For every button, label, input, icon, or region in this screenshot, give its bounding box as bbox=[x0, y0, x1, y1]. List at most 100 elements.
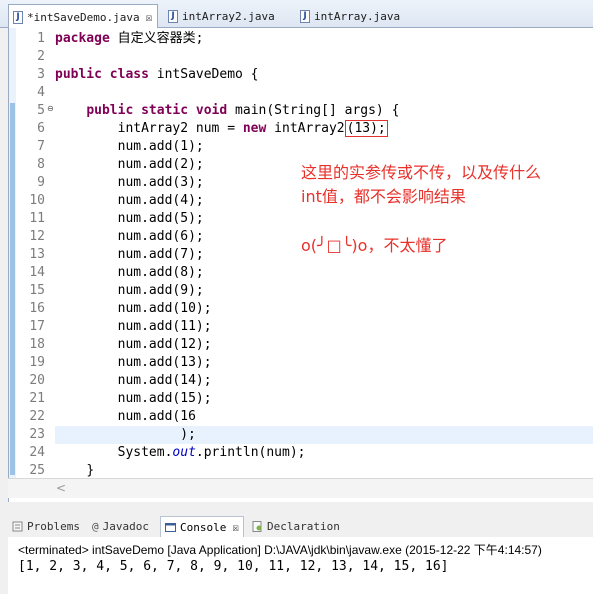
code-text: num.add(2); bbox=[117, 157, 204, 172]
code-text: num.add(11); bbox=[117, 319, 212, 334]
code-line: num.add(12); bbox=[55, 336, 399, 354]
change-marker bbox=[10, 103, 15, 475]
tab-label: Console bbox=[180, 520, 227, 534]
code-text: num.add(5); bbox=[117, 211, 204, 226]
tab-intsavedemo[interactable]: J *intSaveDemo.java ☒ bbox=[8, 4, 158, 29]
horizontal-scrollbar[interactable]: < bbox=[8, 478, 593, 498]
code-text: num.add(16 bbox=[117, 409, 196, 424]
close-icon[interactable]: ☒ bbox=[232, 521, 239, 534]
code-text: num.add(9); bbox=[117, 283, 204, 298]
problems-icon bbox=[12, 521, 23, 532]
code-text: num.add(12); bbox=[117, 337, 212, 352]
line-number: 19 bbox=[29, 355, 45, 370]
close-icon[interactable]: ☒ bbox=[146, 11, 153, 24]
console-output-area[interactable]: <terminated> intSaveDemo [Java Applicati… bbox=[8, 537, 593, 594]
code-text: intArray2 bbox=[266, 121, 345, 136]
tab-label: intArray2.java bbox=[182, 9, 275, 23]
tab-intarray[interactable]: J intArray.java bbox=[296, 4, 416, 28]
code-text: main(String[] args) { bbox=[227, 103, 400, 118]
keyword: static bbox=[141, 103, 189, 118]
code-line: package 自定义容器类; bbox=[55, 30, 399, 48]
code-text: num.add(7); bbox=[117, 247, 204, 262]
line-number: 8 bbox=[37, 157, 45, 172]
code-line: num.add(16 bbox=[55, 408, 399, 426]
code-line: public class intSaveDemo { bbox=[55, 66, 399, 84]
keyword: package bbox=[55, 31, 110, 46]
code-line: num.add(8); bbox=[55, 264, 399, 282]
line-number: 10 bbox=[29, 193, 45, 208]
annotation-text: o(╯□╰)o，不太懂了 bbox=[301, 236, 448, 255]
code-line: public static void main(String[] args) { bbox=[55, 102, 399, 120]
keyword: void bbox=[195, 103, 228, 118]
tab-javadoc[interactable]: @ Javadoc bbox=[88, 516, 153, 537]
annotation-text: int值，都不会影响结果 bbox=[301, 187, 466, 206]
code-text: num.add(3); bbox=[117, 175, 204, 190]
tab-intarray2[interactable]: J intArray2.java bbox=[164, 4, 292, 28]
line-number: 3 bbox=[37, 67, 45, 82]
code-text: intArray2 num = bbox=[117, 121, 243, 136]
code-line: num.add(14); bbox=[55, 372, 399, 390]
code-line: num.add(11); bbox=[55, 318, 399, 336]
line-number-gutter: 1 2 3 4 5 6 7 8 9 10 11 12 13 14 15 16 1… bbox=[17, 30, 47, 480]
line-number: 4 bbox=[37, 85, 45, 100]
line-number: 11 bbox=[29, 211, 45, 226]
code-text: num.add(10); bbox=[117, 301, 212, 316]
line-number: 20 bbox=[29, 373, 45, 388]
scroll-left-icon[interactable]: < bbox=[56, 481, 66, 495]
line-number: 1 bbox=[37, 31, 45, 46]
editor-tab-bar: J *intSaveDemo.java ☒ J intArray2.java J… bbox=[0, 0, 593, 29]
line-number: 6 bbox=[37, 121, 45, 136]
tab-declaration[interactable]: Declaration bbox=[248, 516, 344, 537]
line-number: 23 bbox=[29, 427, 45, 442]
view-tab-bar: Problems @ Javadoc Console ☒ Declaration bbox=[0, 513, 593, 537]
code-line: intArray2 num = new intArray2 (13); bbox=[55, 120, 399, 138]
line-number: 5 bbox=[37, 103, 45, 118]
code-line: num.add(1); bbox=[55, 138, 399, 156]
line-number: 12 bbox=[29, 229, 45, 244]
code-line: num.add(5); bbox=[55, 210, 399, 228]
line-number: 24 bbox=[29, 445, 45, 460]
code-text: num.add(4); bbox=[117, 193, 204, 208]
code-text: 自定义容器类; bbox=[109, 31, 204, 46]
keyword: public bbox=[86, 103, 134, 118]
line-number: 7 bbox=[37, 139, 45, 154]
code-text: System. bbox=[117, 445, 173, 460]
code-text: num.add(6); bbox=[117, 229, 204, 244]
line-number: 17 bbox=[29, 319, 45, 334]
java-file-icon: J bbox=[300, 9, 310, 23]
static-field: out bbox=[172, 445, 196, 460]
fold-toggle-icon[interactable]: ⊖ bbox=[47, 104, 54, 113]
code-text: .println(num); bbox=[195, 445, 306, 460]
overview-ruler bbox=[9, 28, 16, 496]
tab-label: intArray.java bbox=[314, 9, 401, 23]
code-line: num.add(10); bbox=[55, 300, 399, 318]
code-text: ); bbox=[180, 427, 196, 442]
code-text: } bbox=[86, 463, 95, 478]
code-line: num.add(9); bbox=[55, 282, 399, 300]
tab-console[interactable]: Console ☒ bbox=[160, 516, 244, 537]
code-editor[interactable]: 1 2 3 4 5 6 7 8 9 10 11 12 13 14 15 16 1… bbox=[8, 28, 593, 502]
tab-label: *intSaveDemo.java bbox=[27, 10, 140, 24]
code-text: num.add(14); bbox=[117, 373, 212, 388]
keyword: new bbox=[242, 121, 267, 136]
java-file-icon: J bbox=[168, 9, 178, 23]
line-number: 22 bbox=[29, 409, 45, 424]
tab-problems[interactable]: Problems bbox=[8, 516, 84, 537]
declaration-icon bbox=[252, 521, 262, 532]
tab-label: Declaration bbox=[267, 520, 340, 533]
line-number: 2 bbox=[37, 49, 45, 64]
console-output: [1, 2, 3, 4, 5, 6, 7, 8, 9, 10, 11, 12, … bbox=[18, 559, 449, 574]
code-line: num.add(13); bbox=[55, 354, 399, 372]
keyword: class bbox=[109, 67, 149, 82]
java-file-icon: J bbox=[13, 10, 23, 24]
code-line: num.add(15); bbox=[55, 390, 399, 408]
code-line: ); bbox=[55, 426, 399, 444]
line-number: 14 bbox=[29, 265, 45, 280]
console-icon bbox=[165, 522, 176, 532]
line-number: 21 bbox=[29, 391, 45, 406]
tab-label: Problems bbox=[27, 520, 80, 533]
line-number: 9 bbox=[37, 175, 45, 190]
code-text: num.add(1); bbox=[117, 139, 204, 154]
